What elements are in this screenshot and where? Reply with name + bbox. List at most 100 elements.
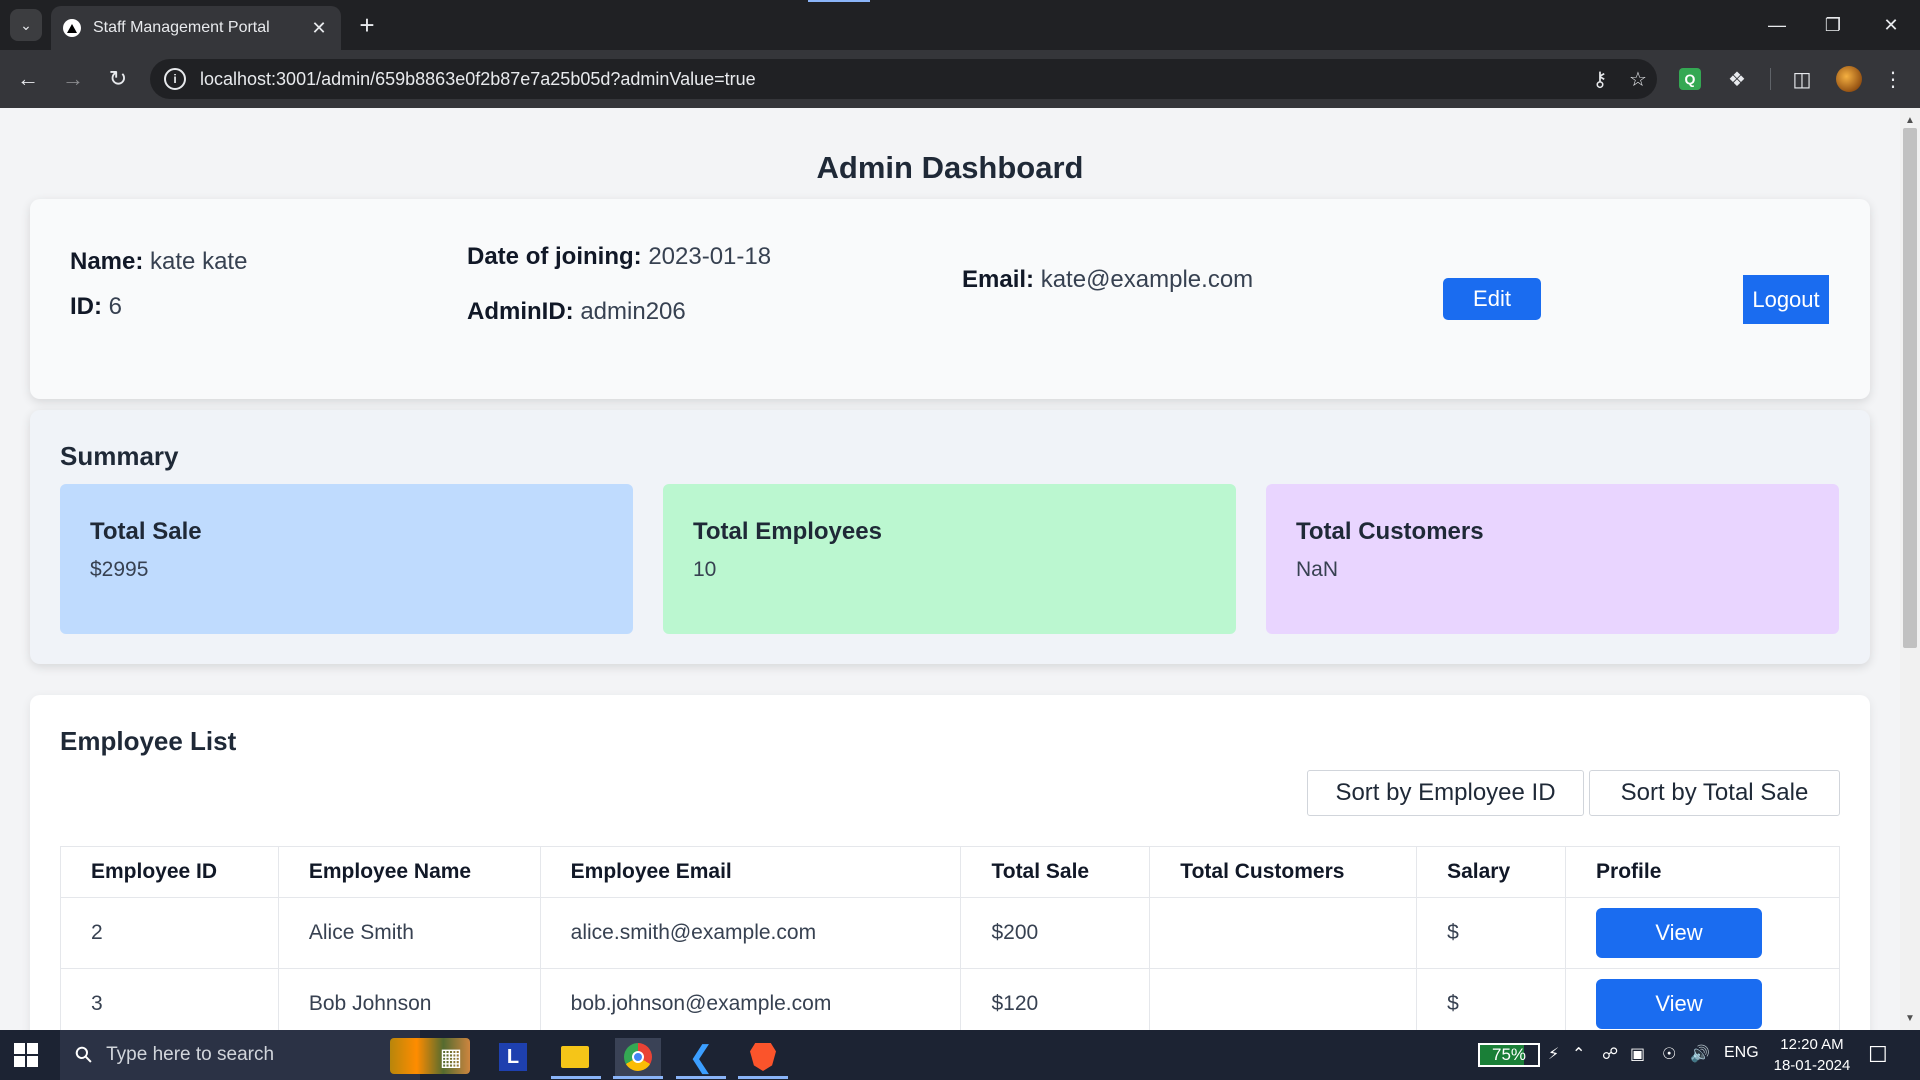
sort-by-employee-id-button[interactable]: Sort by Employee ID [1307, 770, 1584, 816]
tab-search-button[interactable]: ⌄ [10, 9, 42, 41]
url-text[interactable]: localhost:3001/admin/659b8863e0f2b87e7a2… [200, 69, 1581, 90]
doj-field: Date of joining: 2023-01-18 [467, 243, 771, 271]
star-icon[interactable]: ☆ [1619, 67, 1657, 92]
cell-profile: View [1565, 897, 1840, 969]
column-header: Employee ID [60, 846, 279, 898]
stat-card-total-sale: Total Sale $2995 [60, 484, 633, 634]
restore-icon[interactable]: ❐ [1808, 8, 1858, 42]
scroll-down-icon[interactable]: ▼ [1900, 1008, 1920, 1028]
admin-id-label: AdminID: [467, 298, 574, 325]
scroll-up-icon[interactable]: ▲ [1900, 110, 1920, 130]
close-window-icon[interactable]: ✕ [1866, 8, 1916, 42]
back-arrow-icon[interactable]: ← [12, 63, 44, 95]
forward-arrow-icon[interactable]: → [57, 63, 89, 95]
stat-card-total-employees: Total Employees 10 [663, 484, 1236, 634]
clock-date: 18-01-2024 [1773, 1057, 1851, 1074]
chrome-icon[interactable] [615, 1038, 661, 1076]
cell-salary: $ [1416, 897, 1567, 969]
cell-total-sale: $120 [960, 968, 1151, 1040]
meet-now-icon[interactable]: ☍ [1602, 1044, 1618, 1064]
id-field: ID: 6 [70, 293, 122, 321]
reload-icon[interactable]: ↻ [102, 63, 134, 95]
new-tab-button[interactable]: + [352, 10, 382, 40]
battery-percent: 75% [1491, 1045, 1527, 1064]
notifications-icon[interactable]: ☐ [1868, 1042, 1888, 1068]
brave-indicator [738, 1076, 788, 1079]
stat-value: 10 [693, 558, 717, 581]
column-header: Salary [1416, 846, 1567, 898]
logout-button[interactable]: Logout [1743, 275, 1829, 324]
email-label: Email: [962, 266, 1035, 293]
table-row: 3 Bob Johnson bob.johnson@example.com $1… [60, 968, 1840, 1040]
sort-by-total-sale-button[interactable]: Sort by Total Sale [1589, 770, 1840, 816]
favicon-icon [63, 19, 81, 37]
stat-label: Total Sale [90, 518, 202, 545]
column-header: Profile [1565, 846, 1840, 898]
email-value: kate@example.com [1040, 266, 1254, 293]
taskbar-search-box[interactable]: ⚲ Type here to search [60, 1030, 470, 1080]
stat-value: NaN [1296, 558, 1339, 581]
cell-total-sale: $200 [960, 897, 1151, 969]
cell-salary: $ [1416, 968, 1567, 1040]
toolbar-divider [1770, 68, 1771, 90]
name-field: Name: kate kate [70, 248, 247, 276]
file-explorer-icon[interactable] [552, 1038, 598, 1076]
table-header-row: Employee ID Employee Name Employee Email… [60, 846, 1840, 898]
name-value: kate kate [150, 248, 248, 275]
vscode-icon[interactable]: ❮ [678, 1038, 724, 1076]
language-indicator[interactable]: ENG [1724, 1044, 1759, 1062]
cell-total-customers [1149, 897, 1418, 969]
browser-toolbar: ← → ↻ i localhost:3001/admin/659b8863e0f… [0, 50, 1920, 108]
taskbar-clock[interactable]: 12:20 AM 18-01-2024 [1764, 1034, 1860, 1076]
minimize-icon[interactable]: — [1752, 8, 1802, 42]
column-header: Employee Name [277, 846, 541, 898]
cell-employee-id: 3 [60, 968, 279, 1040]
extension-q-icon[interactable]: Q [1679, 68, 1701, 90]
windows-start-icon[interactable] [14, 1043, 38, 1067]
column-header: Total Customers [1149, 846, 1418, 898]
chevron-down-icon: ⌄ [20, 16, 32, 33]
search-icon: ⚲ [69, 1040, 99, 1070]
vscode-indicator [676, 1076, 726, 1079]
tab-indicator [808, 0, 870, 2]
battery-indicator[interactable]: 75% [1478, 1043, 1540, 1067]
address-bar[interactable]: i localhost:3001/admin/659b8863e0f2b87e7… [150, 59, 1657, 99]
show-hidden-icons-icon[interactable]: ⌃ [1572, 1044, 1585, 1064]
admin-id-value: admin206 [580, 298, 686, 325]
wifi-icon[interactable]: ☉ [1662, 1044, 1676, 1064]
summary-heading: Summary [60, 441, 179, 471]
view-profile-button[interactable]: View [1596, 908, 1763, 958]
table-row: 2 Alice Smith alice.smith@example.com $2… [60, 897, 1840, 969]
stat-label: Total Employees [693, 518, 882, 545]
cell-total-customers [1149, 968, 1418, 1040]
edit-button[interactable]: Edit [1443, 278, 1541, 320]
column-header: Total Sale [960, 846, 1151, 898]
admin-profile-card [30, 199, 1870, 399]
chrome-indicator [613, 1076, 663, 1079]
power-icon[interactable]: ▣ [1630, 1044, 1645, 1064]
brave-browser-icon[interactable] [740, 1038, 786, 1076]
doj-value: 2023-01-18 [648, 243, 772, 270]
launcher-app-icon[interactable]: L [490, 1038, 536, 1076]
scrollbar-thumb[interactable] [1903, 128, 1917, 648]
task-view-icon[interactable]: ▦ [428, 1038, 474, 1076]
menu-dots-icon[interactable]: ⋮ [1878, 65, 1908, 93]
employee-table: Employee ID Employee Name Employee Email… [60, 846, 1840, 1040]
employee-list-heading: Employee List [60, 726, 237, 756]
volume-icon[interactable]: 🔊 [1690, 1044, 1710, 1064]
profile-avatar[interactable] [1836, 66, 1862, 92]
stat-card-total-customers: Total Customers NaN [1266, 484, 1839, 634]
doj-label: Date of joining: [467, 243, 642, 270]
key-icon[interactable]: ⚷ [1581, 67, 1619, 92]
info-icon[interactable]: i [164, 68, 186, 90]
browser-tab[interactable]: Staff Management Portal ✕ [51, 6, 341, 50]
extensions-puzzle-icon[interactable]: ❖ [1722, 65, 1752, 93]
cell-profile: View [1565, 968, 1840, 1040]
admin-id-field: AdminID: admin206 [467, 298, 686, 326]
close-tab-icon[interactable]: ✕ [309, 18, 329, 39]
side-panel-icon[interactable]: ◫ [1787, 65, 1817, 93]
view-profile-button[interactable]: View [1596, 979, 1763, 1029]
id-label: ID: [70, 293, 102, 320]
stat-value: $2995 [90, 558, 149, 581]
page-title: Admin Dashboard [816, 150, 1084, 185]
